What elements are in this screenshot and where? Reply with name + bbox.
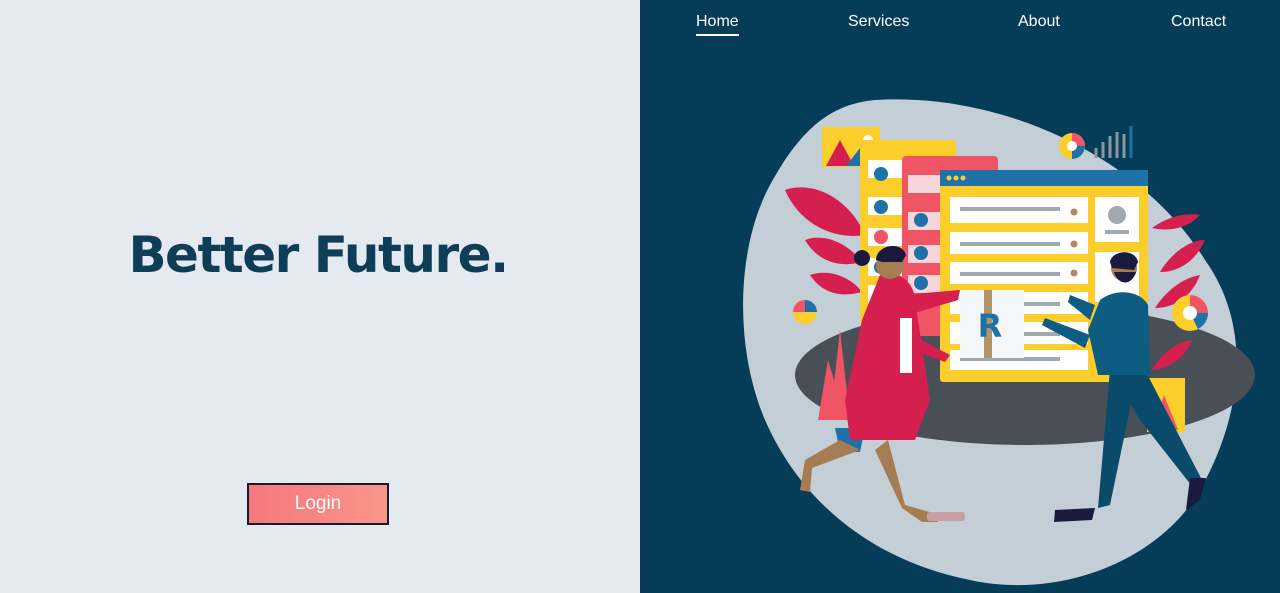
logo-letter: R: [978, 307, 1003, 345]
hero-headline: Better Future.: [128, 226, 509, 284]
bar-chart-icon: [1094, 126, 1133, 158]
login-button[interactable]: Login: [247, 483, 389, 525]
hero-panel: Better Future. Login: [0, 0, 640, 593]
pie-chart-icon: [1059, 133, 1085, 159]
illustration-panel: Home Services About Contact R: [640, 0, 1280, 593]
donut-chart-icon-left: [793, 300, 817, 324]
team-collaboration-illustration: R: [743, 99, 1255, 586]
donut-chart-icon-right: [1172, 295, 1208, 331]
logo-box: R: [960, 290, 1024, 358]
